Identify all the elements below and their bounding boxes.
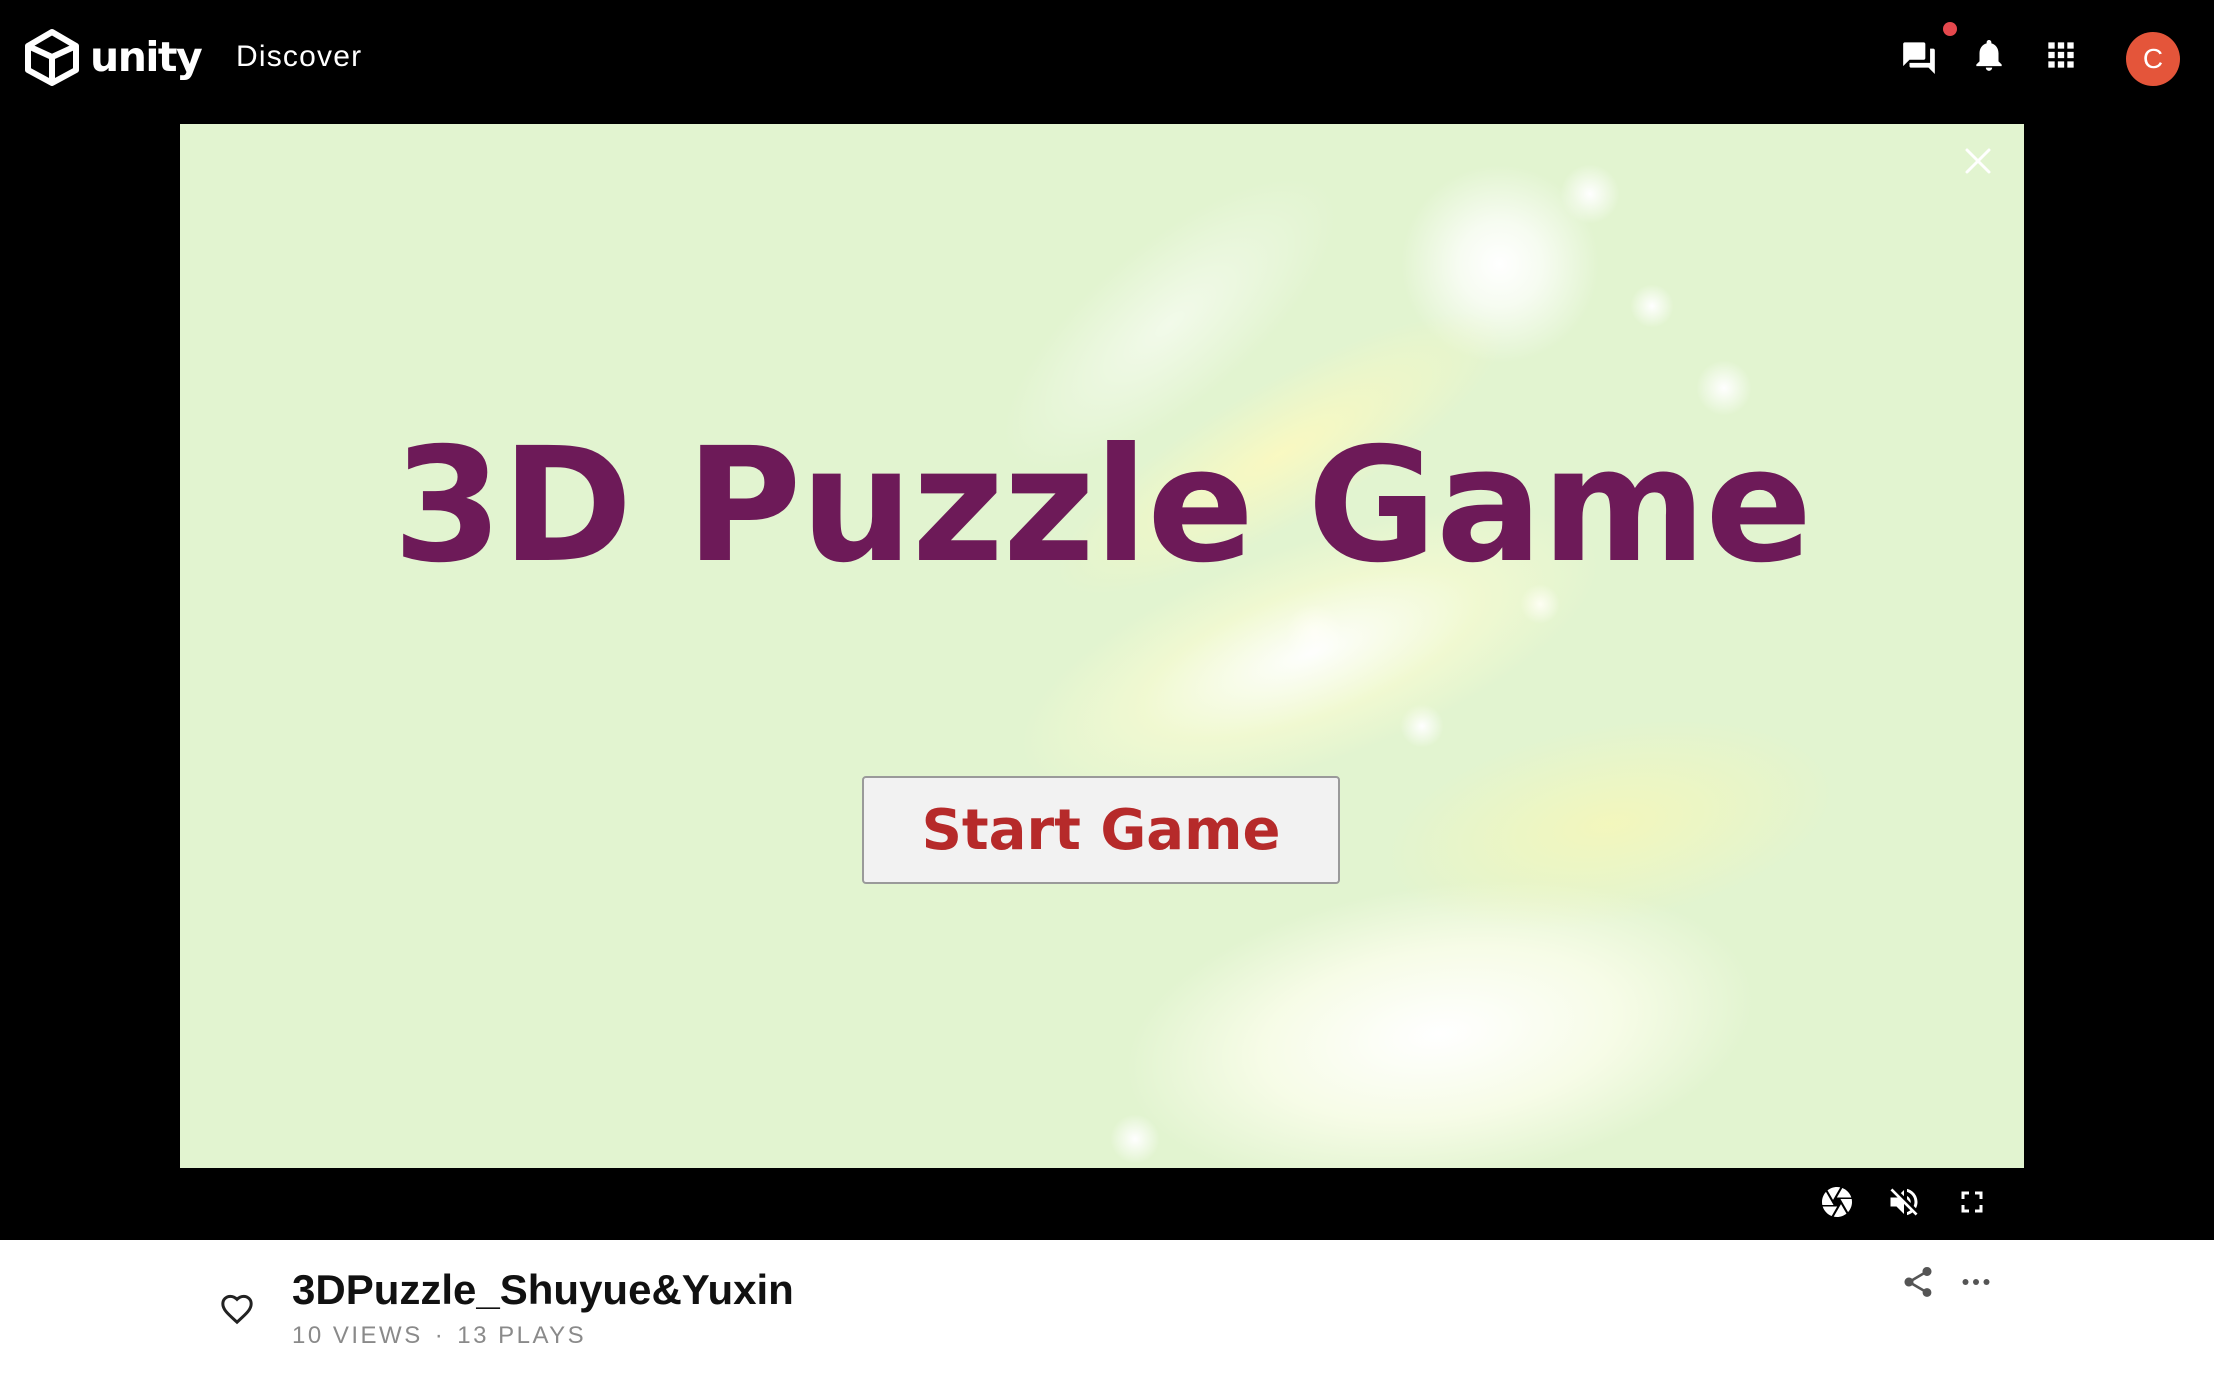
messages-icon[interactable] [1900,36,1938,74]
start-game-button[interactable]: Start Game [862,776,1340,884]
glow-orb [1696,360,1752,416]
views-count: 10 VIEWS [292,1322,423,1349]
unity-logo[interactable]: unity [22,28,203,86]
glow-orb [1560,164,1620,224]
plays-count: 13 PLAYS [457,1322,587,1349]
glow-orb [1630,284,1674,328]
fullscreen-icon[interactable] [1954,1184,1990,1220]
glow-orb [1400,704,1444,748]
game-player: 3D Puzzle Game Start Game [0,118,2214,1240]
messages-notification-dot [1943,22,1957,36]
project-info-bar: 3DPuzzle_Shuyue&Yuxin 10 VIEWS · 13 PLAY… [0,1240,2214,1384]
glow-orb [1400,164,1600,364]
close-icon[interactable] [1963,146,1993,176]
top-navigation-bar: unity Discover C [0,0,2214,118]
glow-orb [1286,604,1342,660]
apps-grid-icon[interactable] [2042,36,2080,74]
unity-cube-icon [25,29,79,86]
light-streak [1102,840,1778,1168]
bell-icon[interactable] [1970,36,2008,74]
game-title: 3D Puzzle Game [392,414,1813,598]
more-options-icon[interactable] [1958,1264,1994,1300]
stats-separator: · [434,1322,446,1349]
glow-orb [1110,1114,1160,1164]
logo-text: unity [90,32,203,81]
screenshot-icon[interactable] [1819,1184,1855,1220]
project-title: 3DPuzzle_Shuyue&Yuxin [292,1266,794,1313]
heart-icon[interactable] [216,1288,258,1328]
light-streak [1366,685,1854,963]
share-icon[interactable] [1900,1264,1936,1300]
project-stats: 10 VIEWS · 13 PLAYS [292,1322,586,1350]
nav-discover-link[interactable]: Discover [236,40,362,74]
user-avatar[interactable]: C [2126,32,2180,86]
game-canvas[interactable]: 3D Puzzle Game Start Game [180,124,2024,1168]
mute-icon[interactable] [1886,1184,1922,1220]
